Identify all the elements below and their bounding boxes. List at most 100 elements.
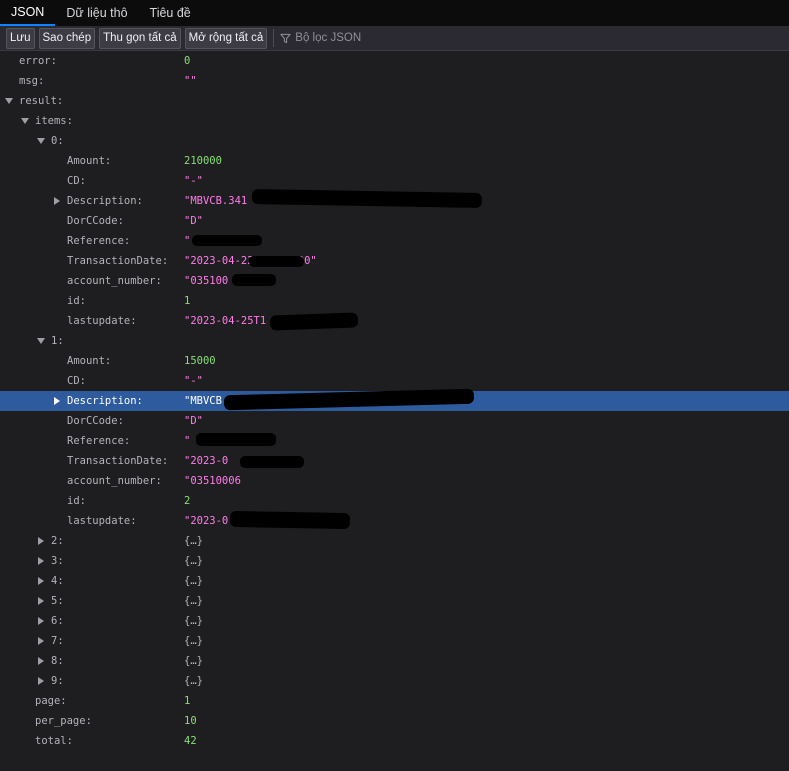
tree-row-dorccode[interactable]: DorCCode: "D" [0,411,789,431]
json-key: CD: [67,175,86,187]
save-button[interactable]: Lưu [6,27,35,49]
triangle-right-icon [54,397,60,405]
json-value: "-" [184,375,203,387]
collapsed-arrow-icon[interactable] [36,531,46,551]
json-key: 4: [51,575,64,587]
collapsed-arrow-icon[interactable] [36,631,46,651]
json-value: "03510006 [184,475,241,487]
tree-row-3[interactable]: 3: {…} [0,551,789,571]
json-value: 210000 [184,155,222,167]
tab-bar: JSON Dữ liệu thô Tiêu đề [0,0,789,26]
json-key: 2: [51,535,64,547]
triangle-right-icon [38,657,44,665]
redaction-mark [269,312,359,331]
collapsed-arrow-icon[interactable] [36,591,46,611]
expanded-arrow-icon[interactable] [36,331,46,351]
redaction-mark [240,456,304,468]
json-key: Reference: [67,435,131,447]
json-value: "2023-0 [184,455,229,467]
tree-row-result[interactable]: result: [0,91,789,111]
tree-row-4[interactable]: 4: {…} [0,571,789,591]
tree-row-9[interactable]: 9: {…} [0,671,789,691]
redaction-mark [232,274,276,286]
tree-row-transactiondate[interactable]: TransactionDate:"2023-04-22 00:00:00" [0,251,789,271]
tree-row-page[interactable]: page: 1 [0,691,789,711]
tree-row-dorccode[interactable]: DorCCode: "D" [0,211,789,231]
json-key: error: [19,55,57,67]
tree-row-reference[interactable]: Reference: " [0,431,789,451]
tree-row-account-number[interactable]: account_number: "035100 [0,271,789,291]
expanded-arrow-icon[interactable] [4,91,14,111]
tree-row-7[interactable]: 7: {…} [0,631,789,651]
json-key: id: [67,495,86,507]
tab-json[interactable]: JSON [0,0,56,26]
json-value: "MBVCB. [184,395,229,407]
collapsed-arrow-icon[interactable] [36,651,46,671]
tree-row-cd[interactable]: CD: "-" [0,171,789,191]
collapsed-arrow-icon[interactable] [52,191,62,211]
json-value: "MBVCB.341 [184,195,248,207]
tree-row-total[interactable]: total: 42 [0,731,789,751]
copy-button[interactable]: Sao chép [38,27,96,49]
collapsed-arrow-icon[interactable] [36,671,46,691]
collapsed-arrow-icon[interactable] [36,551,46,571]
tree-row-6[interactable]: 6: {…} [0,611,789,631]
json-key: Description: [67,395,143,407]
tab-headers[interactable]: Tiêu đề [139,0,202,26]
collapsed-arrow-icon[interactable] [36,571,46,591]
tree-row-5[interactable]: 5: {…} [0,591,789,611]
tree-row-amount[interactable]: Amount: 210000 [0,151,789,171]
expand-all-button[interactable]: Mở rộng tất cả [184,27,268,49]
collapse-all-button[interactable]: Thu gọn tất cả [99,27,181,49]
json-value: {…} [184,635,203,647]
json-key: Amount: [67,155,112,167]
tree-row-2[interactable]: 2: {…} [0,531,789,551]
json-key: id: [67,295,86,307]
tree-row-transactiondate[interactable]: TransactionDate: "2023-0 [0,451,789,471]
json-key: page: [35,695,67,707]
json-value: "035100 [184,275,229,287]
tree-row-8[interactable]: 8: {…} [0,651,789,671]
tree-row-0[interactable]: 0: [0,131,789,151]
tree-row-account-number[interactable]: account_number: "03510006 [0,471,789,491]
json-value: {…} [184,555,203,567]
tree-row-lastupdate[interactable]: lastupdate: "2023-0 [0,511,789,531]
tree-row-amount[interactable]: Amount: 15000 [0,351,789,371]
tree-row-id[interactable]: id: 1 [0,291,789,311]
json-value: {…} [184,575,203,587]
json-key: 1: [51,335,64,347]
json-value: 10 [184,715,197,727]
tree-row-lastupdate[interactable]: lastupdate: "2023-04-25T1 [0,311,789,331]
json-key: Amount: [67,355,112,367]
triangle-right-icon [38,537,44,545]
expanded-arrow-icon[interactable] [20,111,30,131]
json-value: "D" [184,415,203,427]
triangle-down-icon [21,118,29,124]
json-value: {…} [184,675,203,687]
collapsed-arrow-icon[interactable] [52,391,62,411]
json-key: CD: [67,375,86,387]
tree-row-1[interactable]: 1: [0,331,789,351]
json-value: "2023-04-25T1 [184,315,267,327]
tree-row-cd[interactable]: CD: "-" [0,371,789,391]
tree-row-reference[interactable]: Reference: " [0,231,789,251]
json-value: 1 [184,295,191,307]
json-value: "" [184,75,197,87]
triangle-right-icon [38,557,44,565]
json-key: total: [35,735,73,747]
tree-row-id[interactable]: id: 2 [0,491,789,511]
collapsed-arrow-icon[interactable] [36,611,46,631]
tree-row-msg[interactable]: msg: "" [0,71,789,91]
json-key: msg: [19,75,45,87]
json-value: {…} [184,595,203,607]
redaction-mark [196,433,276,446]
tab-raw-data[interactable]: Dữ liệu thô [55,0,138,26]
tree-row-items[interactable]: items: [0,111,789,131]
filter-placeholder: Bộ lọc JSON [295,32,362,44]
tree-row-error[interactable]: error: 0 [0,51,789,71]
json-key: lastupdate: [67,515,137,527]
json-value: "2023-0 [184,515,229,527]
tree-row-per-page[interactable]: per_page: 10 [0,711,789,731]
expanded-arrow-icon[interactable] [36,131,46,151]
filter-json-input[interactable]: Bộ lọc JSON [280,28,520,49]
